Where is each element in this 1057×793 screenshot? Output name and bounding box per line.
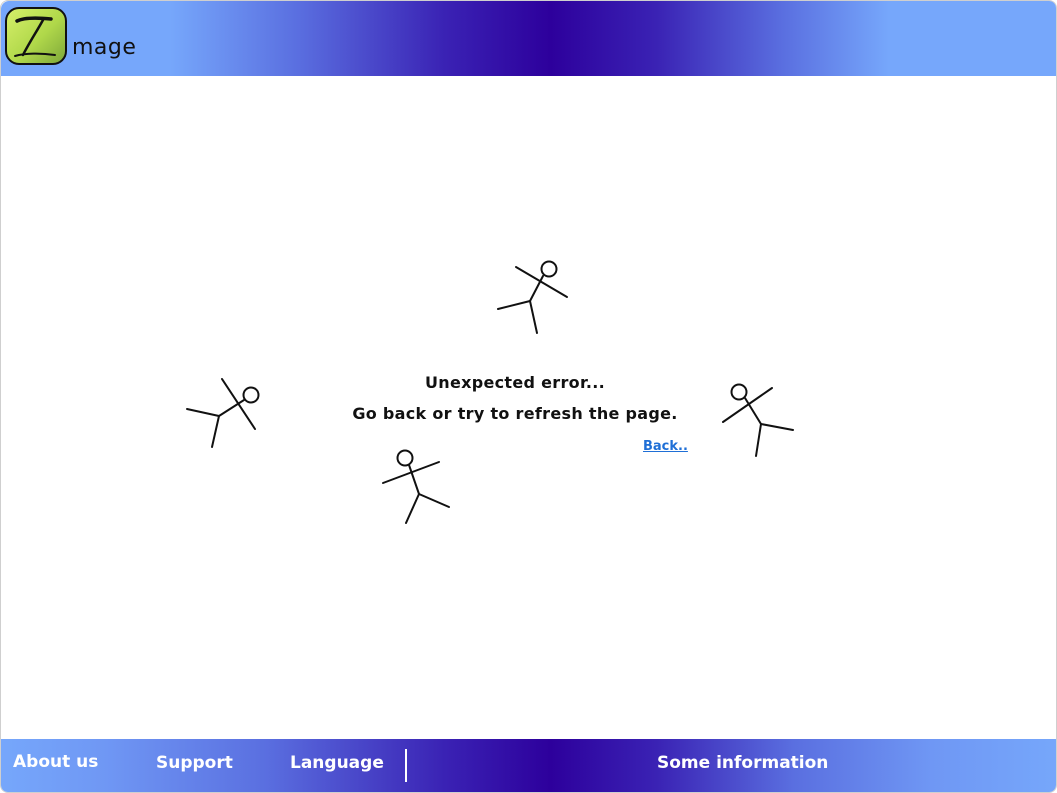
- footer-bar: About us Support Language Some informati…: [1, 739, 1056, 792]
- stick-figure-top: [497, 260, 568, 334]
- stick-figures-illustration: [186, 260, 794, 524]
- back-link[interactable]: Back..: [643, 439, 688, 454]
- footer-link-some-information[interactable]: Some information: [657, 753, 828, 773]
- error-description: Go back or try to refresh the page.: [352, 404, 678, 423]
- footer-divider: [405, 749, 407, 782]
- error-title: Unexpected error...: [424, 373, 606, 392]
- stick-figure-bottom: [382, 449, 450, 524]
- page: mage Unexpected error... Go back or try …: [0, 0, 1057, 793]
- footer-link-support[interactable]: Support: [156, 753, 233, 773]
- footer-link-about-us[interactable]: About us: [13, 752, 98, 772]
- footer-link-language[interactable]: Language: [290, 753, 384, 773]
- stick-figure-left: [186, 378, 260, 448]
- stick-figure-right: [722, 383, 794, 457]
